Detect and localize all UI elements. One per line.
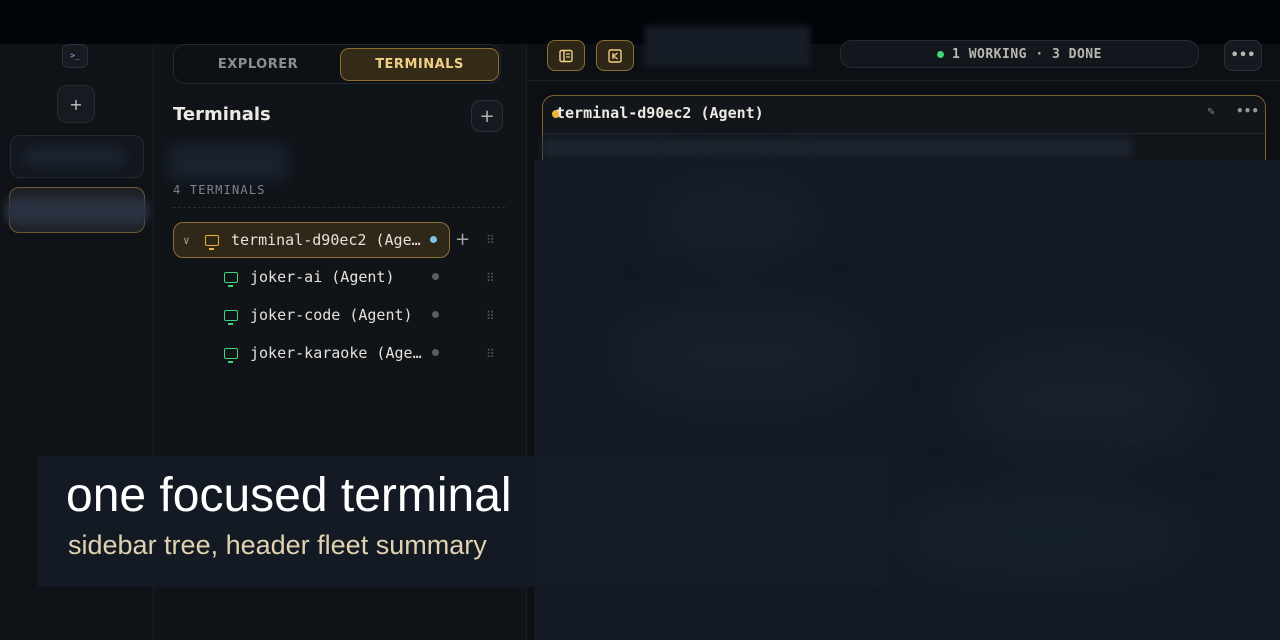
tree-item-label: terminal-d90ec2 (Agent) [231, 231, 421, 249]
more-options-button[interactable]: ••• [1224, 40, 1262, 71]
blurred-shape [654, 180, 814, 260]
tree-item-label: joker-ai (Agent) [250, 268, 395, 286]
sidebar-tabs: EXPLORER TERMINALS [173, 44, 501, 84]
tree-item-label: joker-karaoke (Agent) [250, 344, 424, 362]
tab-terminals[interactable]: TERMINALS [340, 48, 499, 81]
tree-item-terminal-d90ec2[interactable]: ∨ terminal-d90ec2 (Agent) [173, 222, 450, 258]
caption-overlay: one focused terminal sidebar tree, heade… [38, 456, 888, 587]
blurred-shape [614, 300, 874, 410]
workspace-item[interactable] [10, 135, 144, 178]
add-workspace-button[interactable]: + [57, 85, 95, 123]
pencil-icon[interactable]: ✎ [1207, 107, 1215, 118]
status-dot [432, 349, 439, 356]
terminal-title: terminal-d90ec2 (Agent) [556, 104, 764, 122]
new-terminal-button[interactable]: + [471, 100, 503, 132]
chevron-down-icon[interactable]: ∨ [183, 234, 199, 247]
terminal-divider [543, 133, 1265, 134]
blurred-shape [894, 490, 1194, 580]
working-status-dot [937, 50, 945, 58]
redacted-content [25, 148, 125, 166]
redacted-content [5, 198, 149, 224]
sidebar-panel-icon [559, 49, 573, 62]
caption-subtitle: sidebar tree, header fleet summary [68, 530, 487, 560]
fleet-status-summary: 1 WORKING · 3 DONE [840, 40, 1199, 68]
monitor-icon [224, 271, 238, 287]
drag-handle-icon[interactable]: ⠿ [486, 272, 495, 284]
monitor-icon [224, 347, 238, 363]
status-summary-text: 1 WORKING · 3 DONE [952, 46, 1102, 62]
redacted-content [542, 138, 1132, 158]
toggle-sidebar-button[interactable] [547, 40, 585, 71]
add-child-button[interactable]: + [455, 231, 470, 249]
terminal-count: 4 TERMINALS [173, 183, 266, 197]
monitor-icon [205, 234, 219, 250]
tree-item-label: joker-code (Agent) [250, 306, 413, 324]
blurred-shape [964, 340, 1204, 460]
monitor-icon [224, 309, 238, 325]
tab-explorer[interactable]: EXPLORER [178, 48, 338, 81]
header-divider [528, 80, 1280, 81]
tree-item-joker-karaoke[interactable]: joker-karaoke (Agent) [221, 335, 451, 371]
divider [173, 207, 505, 208]
app-logo-icon[interactable]: >_ [62, 44, 88, 68]
status-dot [432, 273, 439, 280]
sidebar-title: Terminals [173, 104, 271, 125]
kanban-view-button[interactable] [596, 40, 634, 71]
drag-handle-icon[interactable]: ⠿ [486, 348, 495, 360]
tree-item-joker-ai[interactable]: joker-ai (Agent) [221, 259, 451, 295]
workspace-item-active[interactable] [5, 187, 149, 233]
tree-item-joker-code[interactable]: joker-code (Agent) [221, 297, 451, 333]
status-dot [432, 311, 439, 318]
k-board-icon [608, 48, 622, 63]
terminal-glyph-icon: >_ [70, 51, 80, 60]
drag-handle-icon[interactable]: ⠿ [486, 310, 495, 322]
drag-handle-icon[interactable]: ⠿ [486, 234, 495, 246]
redacted-content [645, 26, 810, 66]
top-bar [0, 0, 1280, 44]
redacted-content [169, 144, 287, 180]
status-dot [430, 236, 437, 243]
caption-title: one focused terminal [66, 469, 512, 522]
terminal-more-button[interactable]: ••• [1236, 104, 1259, 118]
